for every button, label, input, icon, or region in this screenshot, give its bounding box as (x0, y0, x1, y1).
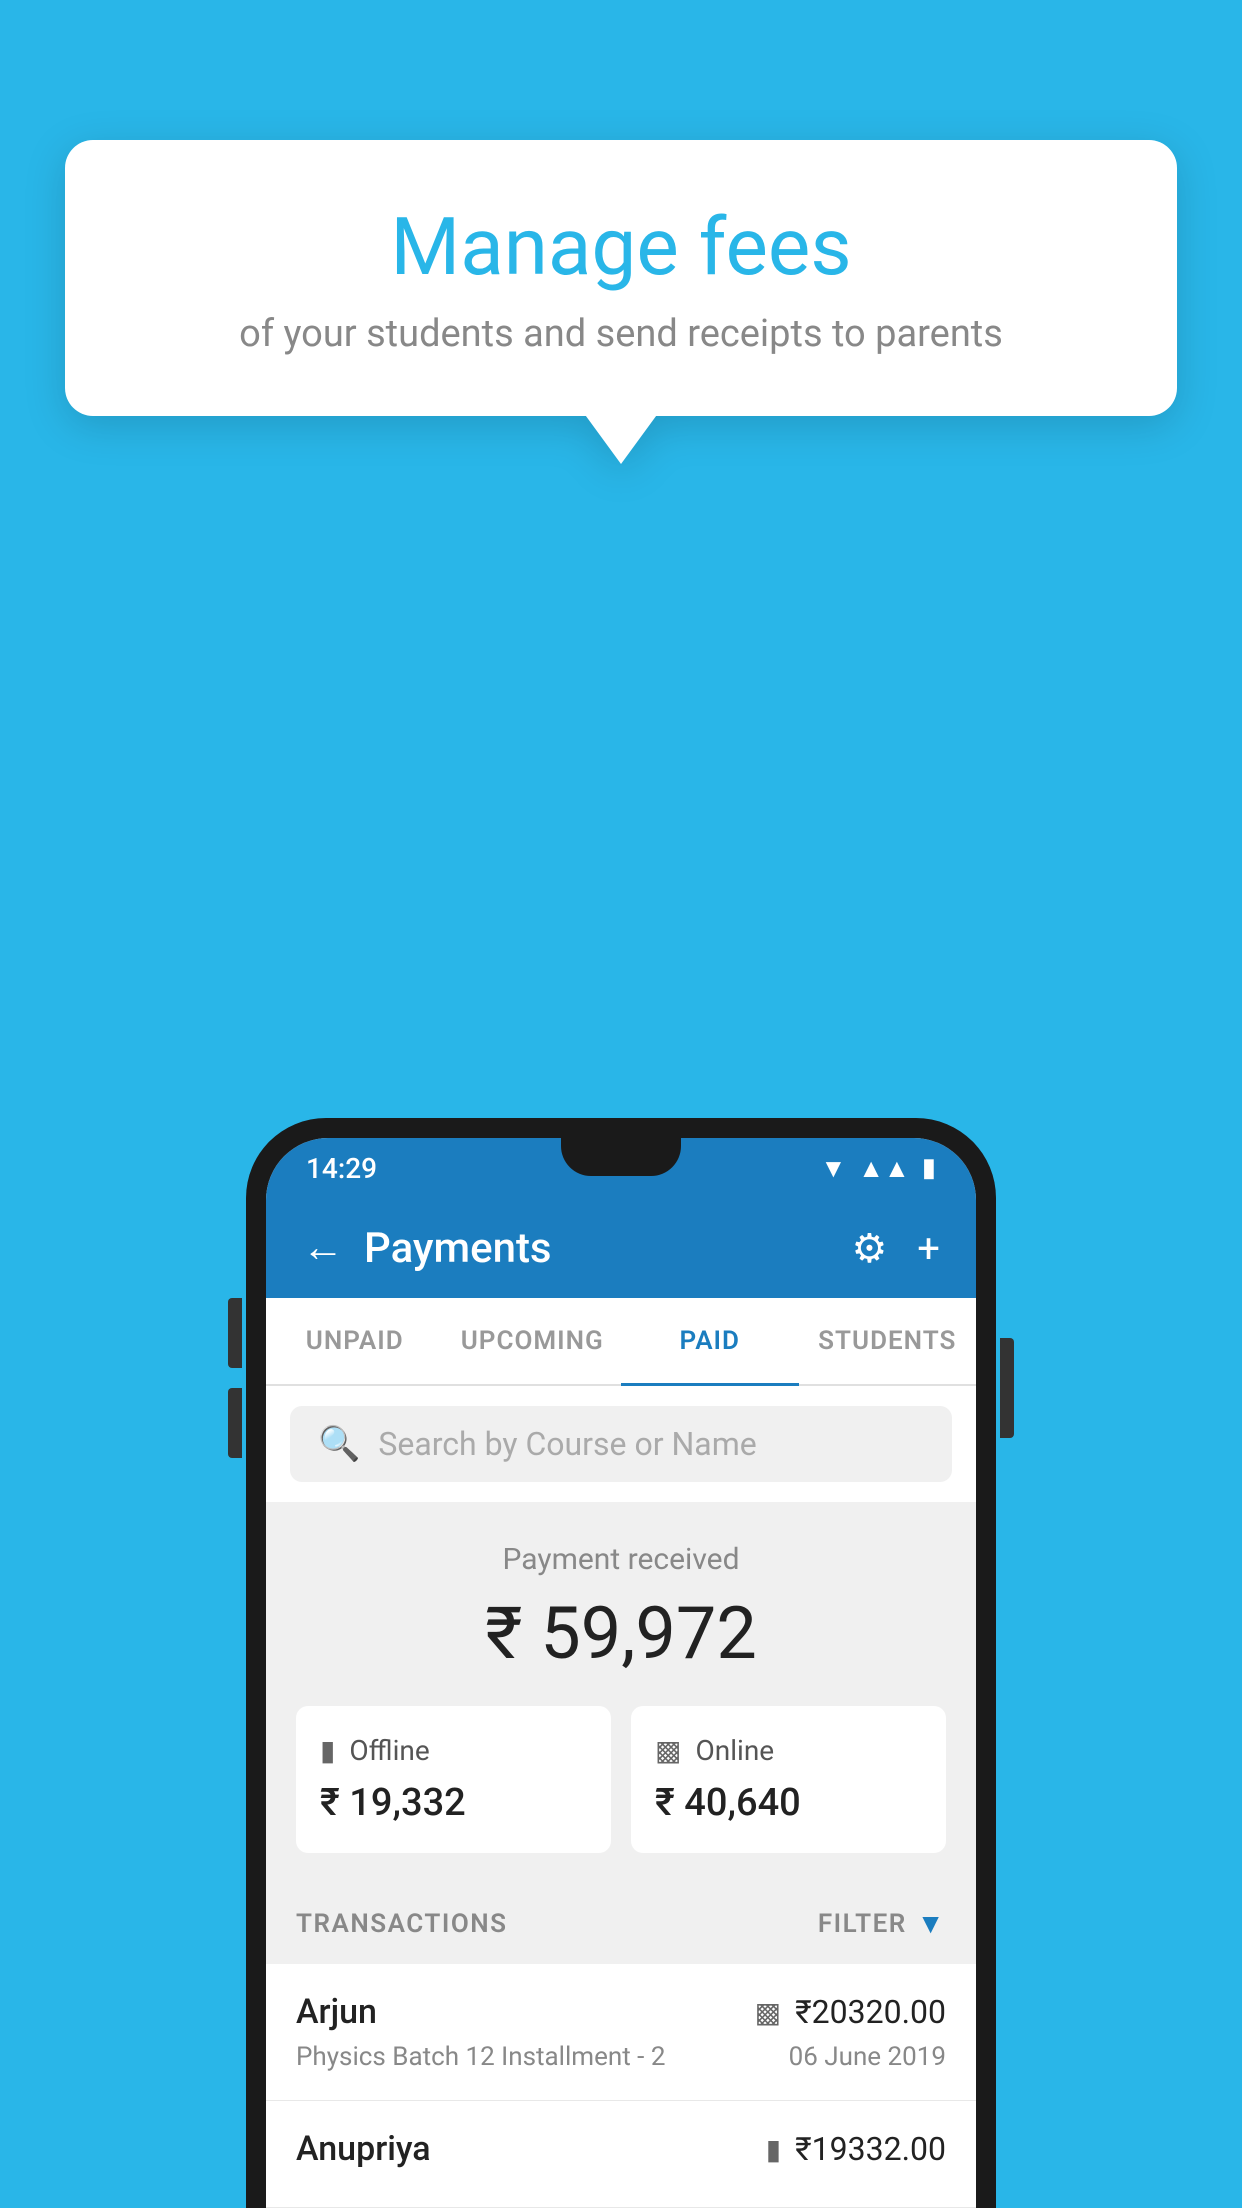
search-input[interactable]: Search by Course or Name (378, 1425, 756, 1463)
status-icons: ▼ ▲▲ ▮ (820, 1153, 936, 1184)
payment-summary: Payment received ₹ 59,972 ▮ Offline ₹ 19… (266, 1502, 976, 1883)
transaction-row1: Arjun ▩ ₹20320.00 (296, 1992, 946, 2032)
online-amount: ₹ 40,640 (655, 1781, 922, 1825)
page-title: Payments (364, 1224, 552, 1273)
filter-button[interactable]: FILTER ▼ (818, 1907, 946, 1940)
transaction-amount: ₹19332.00 (795, 2130, 946, 2168)
phone-wrapper: 14:29 ▼ ▲▲ ▮ ← Payments ⚙ + (246, 1118, 996, 2208)
power-button (1000, 1338, 1014, 1438)
offline-label: Offline (349, 1734, 429, 1767)
transactions-label: TRANSACTIONS (296, 1909, 508, 1939)
tab-unpaid[interactable]: UNPAID (266, 1298, 444, 1384)
payment-cards: ▮ Offline ₹ 19,332 ▩ Online ₹ 40,640 (296, 1706, 946, 1853)
online-card: ▩ Online ₹ 40,640 (631, 1706, 946, 1853)
app-bar-right: ⚙ + (851, 1225, 940, 1272)
online-icon: ▩ (655, 1734, 681, 1767)
transaction-amount-wrap: ▮ ₹19332.00 (766, 2130, 946, 2168)
transaction-item[interactable]: Anupriya ▮ ₹19332.00 (266, 2101, 976, 2208)
tab-paid[interactable]: PAID (621, 1298, 799, 1384)
add-button[interactable]: + (917, 1225, 940, 1272)
notch (561, 1138, 681, 1176)
bubble-subtitle: of your students and send receipts to pa… (135, 312, 1107, 356)
status-bar: 14:29 ▼ ▲▲ ▮ (266, 1138, 976, 1198)
offline-card: ▮ Offline ₹ 19,332 (296, 1706, 611, 1853)
transaction-row1: Anupriya ▮ ₹19332.00 (296, 2129, 946, 2169)
online-card-header: ▩ Online (655, 1734, 922, 1767)
back-button[interactable]: ← (302, 1227, 344, 1269)
offline-icon: ▮ (320, 1734, 335, 1767)
speech-bubble: Manage fees of your students and send re… (65, 140, 1177, 416)
transaction-amount-wrap: ▩ ₹20320.00 (755, 1993, 946, 2031)
transaction-amount: ₹20320.00 (795, 1993, 946, 2031)
transaction-row2: Physics Batch 12 Installment - 2 06 June… (296, 2042, 946, 2072)
filter-label: FILTER (818, 1909, 907, 1939)
phone-outer: 14:29 ▼ ▲▲ ▮ ← Payments ⚙ + (246, 1118, 996, 2208)
signal-icon: ▲▲ (858, 1153, 909, 1184)
transaction-item[interactable]: Arjun ▩ ₹20320.00 Physics Batch 12 Insta… (266, 1964, 976, 2101)
search-container: 🔍 Search by Course or Name (266, 1386, 976, 1502)
transactions-header: TRANSACTIONS FILTER ▼ (266, 1883, 976, 1964)
phone-screen: 14:29 ▼ ▲▲ ▮ ← Payments ⚙ + (266, 1138, 976, 2208)
payment-received-label: Payment received (296, 1542, 946, 1577)
app-bar-left: ← Payments (302, 1224, 552, 1273)
offline-amount: ₹ 19,332 (320, 1781, 587, 1825)
settings-icon[interactable]: ⚙ (851, 1225, 887, 1272)
wifi-icon: ▼ (820, 1153, 846, 1184)
tab-students[interactable]: STUDENTS (799, 1298, 977, 1384)
bubble-title: Manage fees (135, 200, 1107, 294)
offline-card-header: ▮ Offline (320, 1734, 587, 1767)
filter-icon: ▼ (917, 1907, 946, 1940)
volume-up-button (228, 1298, 242, 1368)
card-payment-icon: ▩ (755, 1996, 781, 2029)
transaction-course: Physics Batch 12 Installment - 2 (296, 2042, 665, 2072)
online-label: Online (695, 1734, 774, 1767)
transaction-date: 06 June 2019 (789, 2042, 946, 2072)
transaction-name: Arjun (296, 1992, 377, 2032)
search-bar[interactable]: 🔍 Search by Course or Name (290, 1406, 952, 1482)
volume-down-button (228, 1388, 242, 1458)
payment-total-amount: ₹ 59,972 (296, 1591, 946, 1676)
status-time: 14:29 (306, 1152, 377, 1185)
app-bar: ← Payments ⚙ + (266, 1198, 976, 1298)
cash-payment-icon: ▮ (766, 2133, 781, 2166)
battery-icon: ▮ (922, 1153, 936, 1183)
transaction-name: Anupriya (296, 2129, 431, 2169)
tab-upcoming[interactable]: UPCOMING (444, 1298, 622, 1384)
tabs-bar: UNPAID UPCOMING PAID STUDENTS (266, 1298, 976, 1386)
search-icon: 🔍 (318, 1424, 360, 1464)
